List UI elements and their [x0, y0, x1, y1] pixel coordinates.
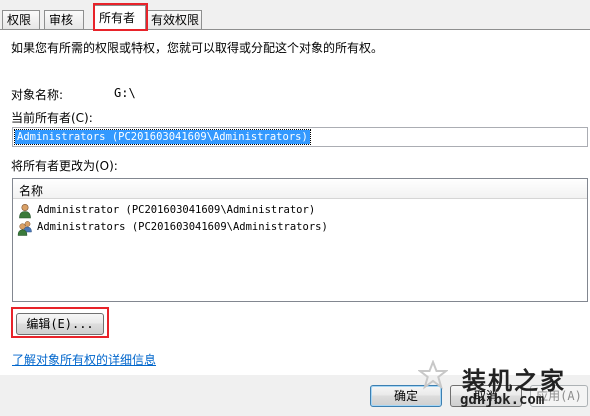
change-owner-label: 将所有者更改为(O):: [11, 159, 118, 173]
list-item-label: Administrator (PC201603041609\Administra…: [37, 204, 316, 216]
highlight-edit-button: [11, 307, 109, 338]
highlight-owner-tab: [93, 3, 148, 31]
column-header-name[interactable]: 名称: [19, 182, 43, 199]
learn-more-link[interactable]: 了解对象所有权的详细信息: [12, 351, 156, 368]
current-owner-label: 当前所有者(C):: [11, 111, 93, 125]
tab-auditing[interactable]: 审核: [44, 10, 84, 29]
object-name-label: 对象名称:: [11, 88, 64, 102]
user-icon: [19, 203, 31, 219]
intro-text: 如果您有所需的权限或特权，您就可以取得或分配这个对象的所有权。: [11, 41, 384, 55]
watermark-url: gdnjbk.com: [460, 392, 545, 408]
star-icon: [418, 360, 448, 390]
tab-label: 有效权限: [151, 13, 200, 27]
current-owner-field[interactable]: Administrators (PC201603041609\Administr…: [12, 127, 588, 147]
tab-label: 权限: [7, 13, 32, 27]
list-header: 名称: [13, 179, 587, 199]
current-owner-value: Administrators (PC201603041609\Administr…: [14, 129, 311, 145]
tab-permissions[interactable]: 权限: [2, 10, 40, 29]
object-name-value: G:\: [114, 86, 136, 100]
owner-list[interactable]: 名称 Administrator (PC201603041609\Adminis…: [12, 178, 588, 302]
list-item-label: Administrators (PC201603041609\Administr…: [37, 221, 328, 233]
group-icon: [17, 221, 32, 236]
watermark-brand: 装机之家: [462, 366, 566, 395]
tab-effective-permissions[interactable]: 有效权限: [146, 10, 202, 29]
tab-label: 审核: [49, 13, 74, 27]
tab-strip: 权限 审核 所有者 有效权限: [0, 0, 590, 30]
